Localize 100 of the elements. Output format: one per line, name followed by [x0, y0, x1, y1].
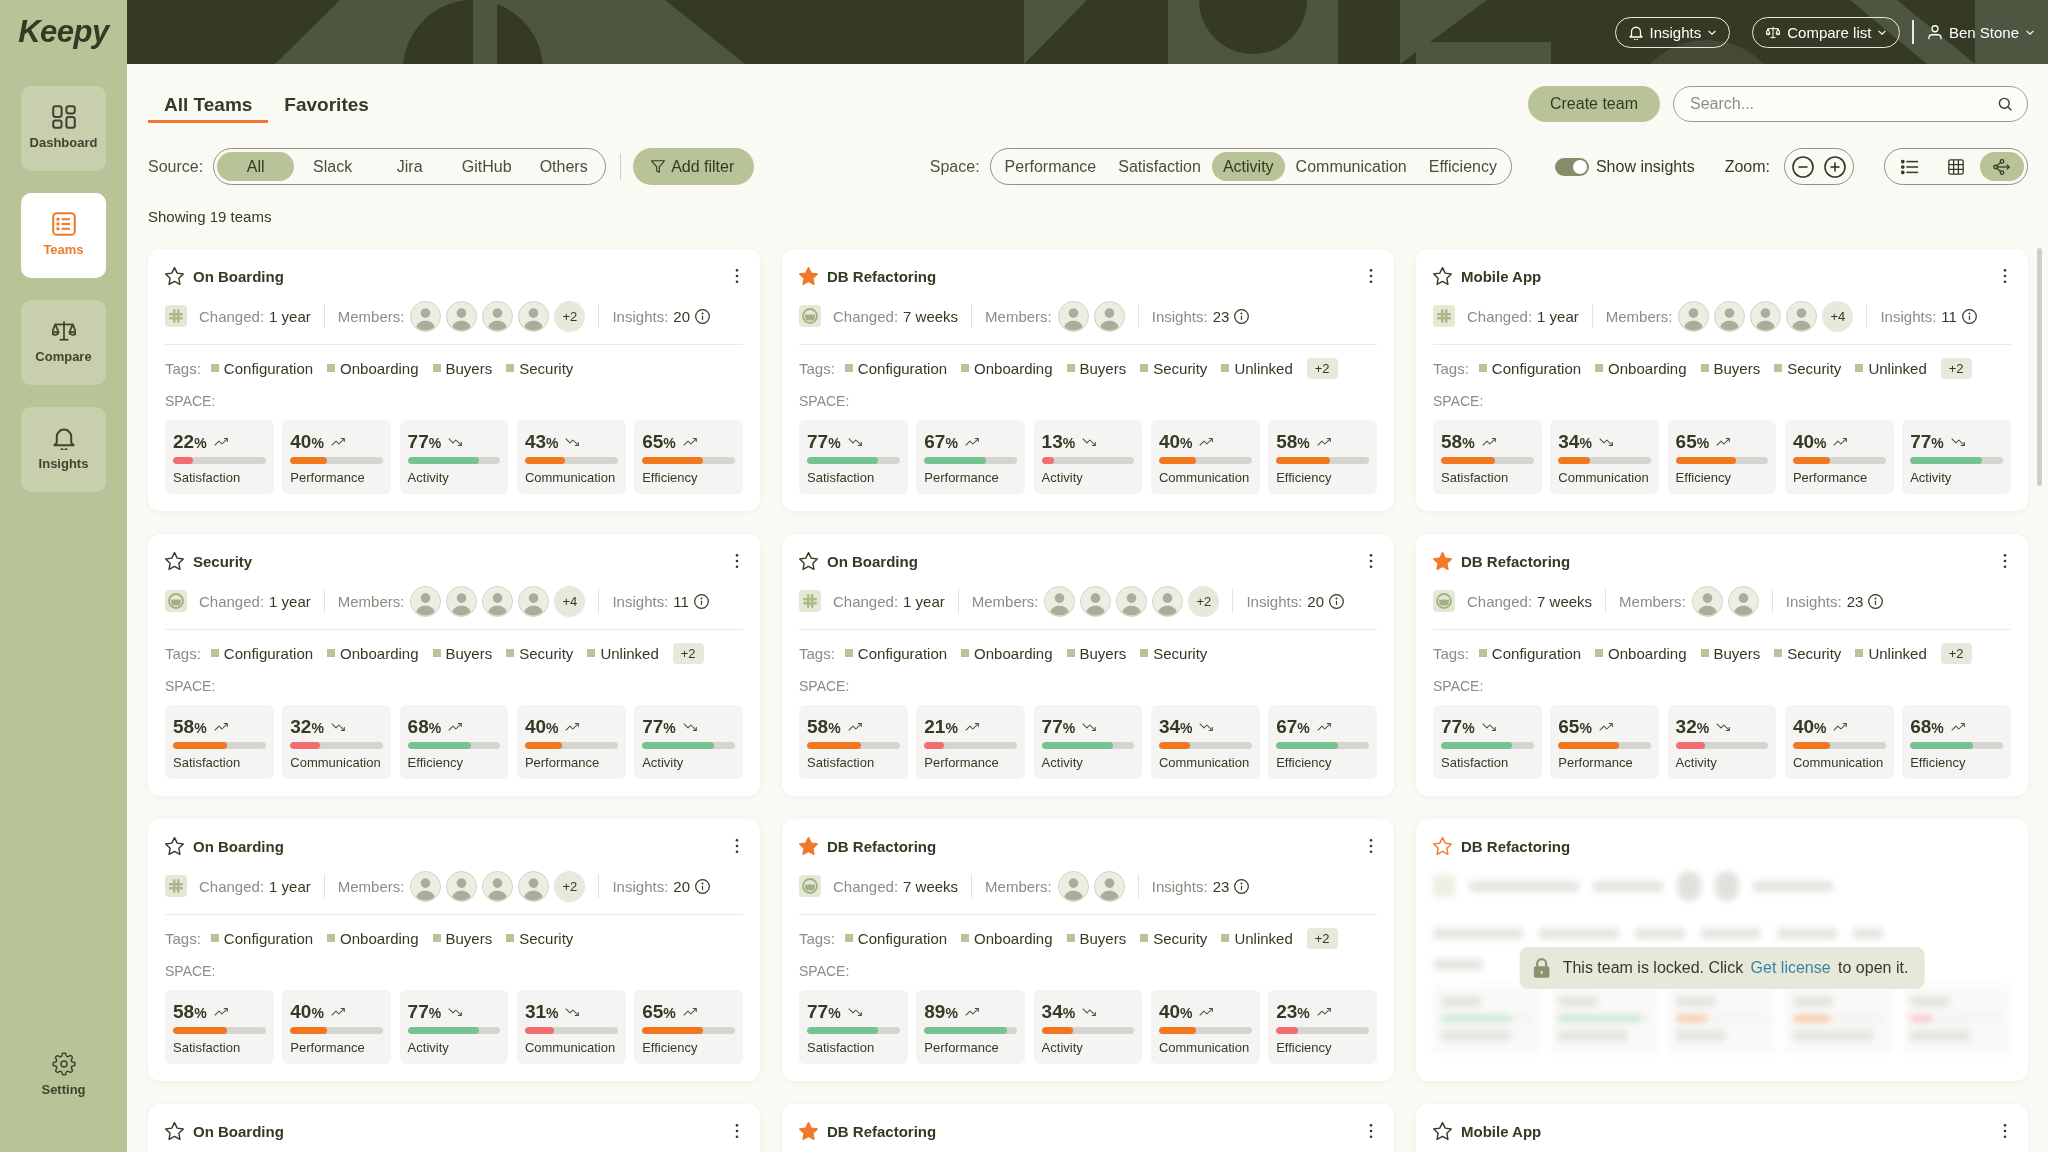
avatar-icon[interactable]: [410, 870, 442, 902]
avatar-icon[interactable]: [1080, 585, 1112, 617]
more-vertical-icon[interactable]: [2003, 554, 2007, 568]
star-icon[interactable]: [799, 1122, 818, 1140]
space-option[interactable]: Performance: [993, 152, 1108, 181]
info-icon[interactable]: [693, 593, 709, 609]
more-tags-count[interactable]: +2: [1306, 357, 1338, 379]
avatar-icon[interactable]: [1057, 300, 1089, 332]
avatar-icon[interactable]: [410, 300, 442, 332]
get-license-link[interactable]: Get license: [1750, 959, 1831, 976]
space-option[interactable]: Efficiency: [1417, 152, 1508, 181]
star-icon[interactable]: [799, 267, 818, 285]
avatar-icon[interactable]: [1714, 300, 1746, 332]
more-members-count[interactable]: +2: [1188, 585, 1220, 617]
more-vertical-icon[interactable]: [2003, 269, 2007, 283]
plus-circle-icon[interactable]: [1824, 155, 1846, 178]
avatar-icon[interactable]: [1678, 300, 1710, 332]
tag-square-icon: [1700, 364, 1709, 372]
avatar-icon[interactable]: [482, 585, 514, 617]
info-icon[interactable]: [695, 878, 710, 894]
info-icon[interactable]: [1234, 878, 1250, 894]
avatar-icon[interactable]: [518, 870, 550, 902]
show-insights-toggle[interactable]: [1554, 157, 1589, 176]
star-icon[interactable]: [1433, 837, 1452, 855]
star-icon[interactable]: [165, 1122, 184, 1140]
info-icon[interactable]: [1329, 593, 1344, 609]
star-icon[interactable]: [799, 837, 818, 855]
scrollbar-thumb[interactable]: [2037, 248, 2042, 486]
avatar-icon[interactable]: [1786, 300, 1818, 332]
more-vertical-icon[interactable]: [735, 839, 739, 853]
more-members-count[interactable]: +2: [554, 300, 586, 332]
settings-button[interactable]: Setting: [21, 1052, 106, 1112]
avatar-icon[interactable]: [1691, 585, 1723, 617]
avatar-icon[interactable]: [1093, 870, 1125, 902]
more-members-count[interactable]: +4: [554, 585, 586, 617]
avatar-icon[interactable]: [1727, 585, 1759, 617]
nav-item[interactable]: Dashboard: [21, 86, 106, 171]
avatar-icon[interactable]: [1093, 300, 1125, 332]
tree-view-button[interactable]: [1980, 152, 2024, 181]
tag-label: Buyers: [1079, 359, 1127, 377]
avatar-icon[interactable]: [446, 870, 478, 902]
source-option[interactable]: GitHub: [448, 152, 526, 181]
tab[interactable]: All Teams: [148, 86, 269, 123]
more-tags-count[interactable]: +2: [1940, 357, 1972, 379]
avatar-icon[interactable]: [518, 585, 550, 617]
avatar-icon[interactable]: [446, 300, 478, 332]
dashboard-icon: [51, 105, 76, 129]
add-filter-button[interactable]: Add filter: [633, 148, 755, 185]
members-label: Members:: [337, 592, 405, 610]
source-option[interactable]: Jira: [371, 152, 449, 181]
star-icon[interactable]: [1433, 552, 1452, 570]
info-icon[interactable]: [695, 308, 710, 324]
metric-value: 89%: [924, 999, 958, 1024]
more-vertical-icon[interactable]: [1369, 554, 1373, 568]
filter-icon: [651, 160, 666, 173]
info-icon[interactable]: [1961, 308, 1977, 324]
minus-circle-icon[interactable]: [1792, 155, 1814, 178]
more-members-count[interactable]: +2: [554, 870, 586, 902]
more-vertical-icon[interactable]: [1369, 839, 1373, 853]
avatar-icon[interactable]: [1057, 870, 1089, 902]
more-vertical-icon[interactable]: [735, 269, 739, 283]
tab[interactable]: Favorites: [268, 86, 385, 123]
more-vertical-icon[interactable]: [735, 554, 739, 568]
avatar-icon[interactable]: [518, 300, 550, 332]
avatar-icon[interactable]: [482, 300, 514, 332]
search-field[interactable]: Search...: [1673, 86, 2028, 122]
avatar-icon[interactable]: [482, 870, 514, 902]
more-members-count[interactable]: +4: [1822, 300, 1854, 332]
info-icon[interactable]: [1234, 308, 1250, 324]
space-option[interactable]: Satisfaction: [1107, 152, 1212, 181]
star-icon[interactable]: [165, 552, 184, 570]
source-option[interactable]: Slack: [294, 152, 372, 181]
nav-item[interactable]: Compare: [21, 300, 106, 385]
more-tags-count[interactable]: +2: [1940, 642, 1972, 664]
star-icon[interactable]: [1433, 1122, 1452, 1140]
source-option[interactable]: All: [217, 152, 295, 181]
star-icon[interactable]: [165, 267, 184, 285]
space-option[interactable]: Activity: [1211, 152, 1285, 181]
avatar-icon[interactable]: [446, 585, 478, 617]
info-icon[interactable]: [1868, 593, 1884, 609]
avatar-icon[interactable]: [1152, 585, 1184, 617]
more-tags-count[interactable]: +2: [1306, 927, 1338, 949]
star-icon[interactable]: [1433, 267, 1452, 285]
avatar-icon[interactable]: [1116, 585, 1148, 617]
source-option[interactable]: Others: [525, 152, 603, 181]
more-vertical-icon[interactable]: [735, 1124, 739, 1138]
more-vertical-icon[interactable]: [1369, 1124, 1373, 1138]
more-vertical-icon[interactable]: [1369, 269, 1373, 283]
nav-item[interactable]: Insights: [21, 407, 106, 492]
avatar-icon[interactable]: [410, 585, 442, 617]
space-option[interactable]: Communication: [1284, 152, 1418, 181]
avatar-icon[interactable]: [1044, 585, 1076, 617]
star-icon[interactable]: [799, 552, 818, 570]
star-icon[interactable]: [165, 837, 184, 855]
more-tags-count[interactable]: +2: [672, 642, 704, 664]
create-team-button[interactable]: Create team: [1527, 86, 1660, 122]
avatar-icon[interactable]: [1750, 300, 1782, 332]
search-icon[interactable]: [1998, 97, 2012, 111]
user-menu-button[interactable]: Ben Stone: [1927, 17, 2040, 47]
more-vertical-icon[interactable]: [2003, 1124, 2007, 1138]
